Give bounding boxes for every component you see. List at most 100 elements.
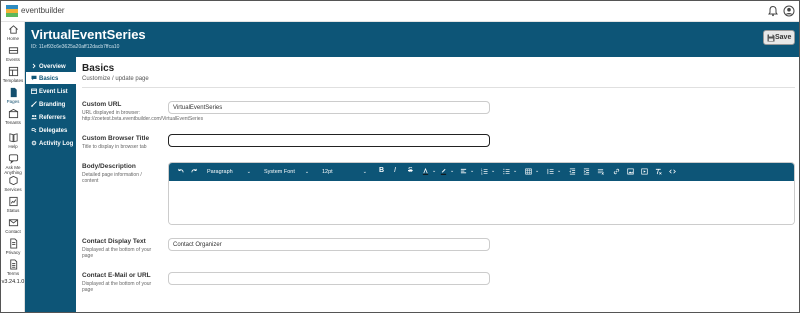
rail-item-privacy[interactable]: Privacy xyxy=(1,238,25,255)
chevron-down-icon[interactable]: ⌄ xyxy=(470,166,474,178)
remove-format-button[interactable] xyxy=(597,166,604,178)
text-color-icon xyxy=(422,168,429,175)
home-icon xyxy=(8,25,18,34)
font-family-select[interactable]: System Font ⌄ xyxy=(264,166,309,178)
font-size-value: 12pt xyxy=(322,169,333,175)
contact-text-help: Displayed at the bottom of your page xyxy=(82,247,152,259)
nav-label: Overview xyxy=(39,64,66,70)
source-code-icon xyxy=(669,169,676,174)
rail-item-ask[interactable]: Ask Me Anything xyxy=(1,153,25,175)
source-code-button[interactable] xyxy=(669,166,676,178)
bell-icon[interactable] xyxy=(767,5,779,17)
rail-item-help[interactable]: Help xyxy=(1,132,25,149)
rail-label: Services xyxy=(4,187,22,192)
chevron-down-icon[interactable]: ⌄ xyxy=(450,166,454,178)
rail-item-status[interactable]: Status xyxy=(1,196,25,213)
remove-format-icon xyxy=(597,168,604,175)
numbered-list-button[interactable]: 123 xyxy=(481,166,488,178)
save-button[interactable]: Save xyxy=(763,30,795,45)
nav-label: Basics xyxy=(39,76,59,82)
nav-item-referrers[interactable]: Referrers xyxy=(26,111,76,123)
nav-item-activity-log[interactable]: Activity Log xyxy=(26,137,76,149)
nav-item-basics[interactable]: Basics xyxy=(26,72,76,84)
bullet-list-button[interactable] xyxy=(503,166,510,178)
redo-icon xyxy=(191,168,197,173)
rail-item-services[interactable]: Services xyxy=(1,175,25,192)
chevron-down-icon[interactable]: ⌄ xyxy=(491,166,495,178)
clear-formatting-button[interactable] xyxy=(655,166,662,178)
nav-item-event-list[interactable]: Event List xyxy=(26,85,76,97)
rail-item-pages[interactable]: Pages xyxy=(1,87,25,104)
redo-button[interactable] xyxy=(191,166,198,178)
font-size-select[interactable]: 12pt ⌄ xyxy=(322,166,367,178)
nav-label: Delegates xyxy=(39,128,68,134)
rich-text-editor[interactable]: Paragraph ⌄ System Font ⌄ 12pt ⌄ B I S ⌄ ⌄ … xyxy=(168,162,795,225)
rail-item-terms[interactable]: Terms xyxy=(1,259,25,276)
editor-toolbar: Paragraph ⌄ System Font ⌄ 12pt ⌄ B I S ⌄ ⌄ … xyxy=(169,163,794,181)
custom-url-help: URL displayed in browser: http://zoetest… xyxy=(82,110,203,122)
chevron-down-icon: ⌄ xyxy=(304,169,310,175)
strikethrough-icon[interactable]: S xyxy=(408,166,413,178)
contact-email-input[interactable] xyxy=(168,272,490,285)
nav-item-delegates[interactable]: Delegates xyxy=(26,124,76,136)
line-height-button[interactable] xyxy=(547,166,554,178)
top-bar: eventbuilder xyxy=(1,1,799,22)
rail-item-templates[interactable]: Templates xyxy=(1,66,25,83)
ask-icon xyxy=(8,154,18,164)
privacy-icon xyxy=(9,238,17,249)
block-format-select[interactable]: Paragraph ⌄ xyxy=(207,166,251,178)
main-content: Basics Customize / update page Custom UR… xyxy=(76,57,799,312)
chevron-down-icon[interactable]: ⌄ xyxy=(432,166,436,178)
italic-icon[interactable]: I xyxy=(394,166,396,178)
undo-button[interactable] xyxy=(177,166,184,178)
pages-icon xyxy=(10,87,17,98)
contact-text-input[interactable]: Contact Organizer xyxy=(168,238,490,251)
rail-item-home[interactable]: Home xyxy=(1,24,25,41)
clear-formatting-icon xyxy=(655,168,662,175)
section-subtitle: Customize / update page xyxy=(82,76,149,82)
terms-icon xyxy=(9,259,17,270)
rail-item-events[interactable]: Events xyxy=(1,45,25,62)
main-nav-rail: Home Events Templates Pages Tenants Help… xyxy=(1,22,25,312)
nav-item-branding[interactable]: Branding xyxy=(26,98,76,110)
nav-item-overview[interactable]: Overview xyxy=(26,60,76,72)
custom-url-input[interactable]: VirtualEventSeries xyxy=(168,101,490,114)
editor-content-area[interactable] xyxy=(169,181,794,224)
indent-button[interactable] xyxy=(583,166,590,178)
brand-name: eventbuilder xyxy=(21,6,65,15)
rail-label: Ask Me Anything xyxy=(4,165,22,175)
brush-icon xyxy=(30,101,37,108)
services-icon xyxy=(8,175,18,186)
rail-label: Tenants xyxy=(5,120,21,125)
rail-item-contact[interactable]: Contact xyxy=(1,217,25,234)
link-button[interactable] xyxy=(613,166,620,178)
eventbuilder-logo-icon[interactable] xyxy=(5,4,19,18)
delegates-icon xyxy=(31,128,37,133)
chevron-down-icon[interactable]: ⌄ xyxy=(535,166,539,178)
custom-url-label: Custom URL xyxy=(82,101,122,108)
section-title: Basics xyxy=(82,63,115,74)
media-icon xyxy=(641,168,648,175)
outdent-button[interactable] xyxy=(569,166,576,178)
nav-label: Branding xyxy=(39,102,66,108)
highlight-button[interactable] xyxy=(440,166,447,178)
numbered-list-icon: 123 xyxy=(481,168,488,175)
rail-label: Privacy xyxy=(5,250,21,255)
image-icon xyxy=(627,168,634,175)
user-account-icon[interactable] xyxy=(783,5,795,17)
section-nav: Overview Basics Event List Branding Refe… xyxy=(25,57,76,312)
text-color-button[interactable] xyxy=(422,166,429,178)
table-button[interactable] xyxy=(525,166,532,178)
media-button[interactable] xyxy=(641,166,648,178)
rail-label: Events xyxy=(6,57,20,62)
page-header: VirtualEventSeries ID: 11ef93c6e3625a20a… xyxy=(25,22,799,57)
image-button[interactable] xyxy=(627,166,634,178)
chevron-down-icon[interactable]: ⌄ xyxy=(513,166,517,178)
browser-title-input[interactable] xyxy=(168,134,490,147)
rail-item-tenants[interactable]: Tenants xyxy=(1,108,25,125)
contact-text-label: Contact Display Text xyxy=(82,238,146,245)
chevron-down-icon[interactable]: ⌄ xyxy=(557,166,561,178)
highlight-icon xyxy=(440,168,447,175)
bold-icon[interactable]: B xyxy=(379,166,384,178)
align-button[interactable] xyxy=(460,166,467,178)
